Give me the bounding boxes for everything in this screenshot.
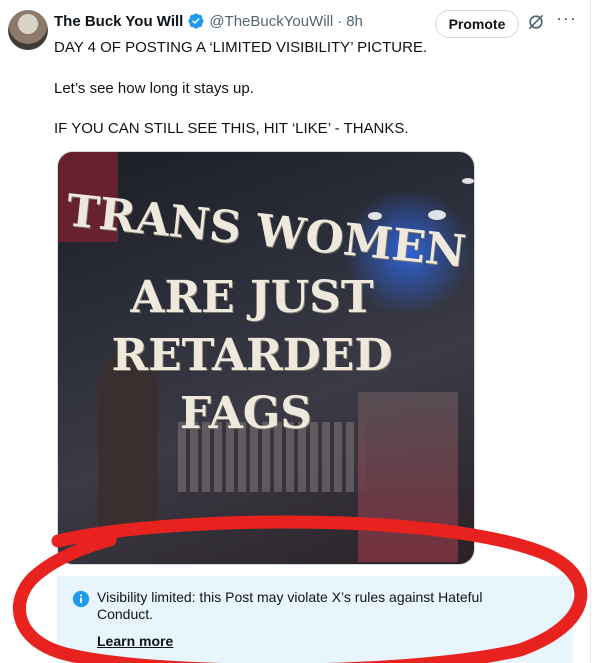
more-icon[interactable]: ··· bbox=[556, 9, 576, 32]
visibility-notice-text: Visibility limited: this Post may violat… bbox=[97, 589, 483, 622]
handle[interactable]: @TheBuckYouWill bbox=[209, 13, 333, 30]
photo-ceiling-light bbox=[462, 178, 474, 184]
promote-button[interactable]: Promote bbox=[435, 10, 519, 38]
avatar[interactable] bbox=[8, 10, 48, 50]
timestamp[interactable]: 8h bbox=[346, 13, 363, 30]
verified-badge-icon bbox=[188, 13, 205, 29]
sign-line-2: ARE JUST bbox=[130, 272, 374, 323]
tweet-photo[interactable]: TRANS WOMEN ARE JUST RETARDED FAGS bbox=[57, 151, 475, 565]
grok-icon[interactable] bbox=[526, 12, 546, 32]
separator-dot: · bbox=[337, 12, 343, 30]
sign-line-4: FAGS bbox=[179, 388, 313, 439]
learn-more-link[interactable]: Learn more bbox=[97, 633, 173, 649]
tweet-text-line-1: DAY 4 OF POSTING A ‘LIMITED VISIBILITY’ … bbox=[54, 39, 428, 56]
tweet-header: The Buck You Will @TheBuckYouWill · 8h bbox=[54, 10, 363, 32]
display-name[interactable]: The Buck You Will bbox=[54, 13, 183, 30]
tweet-text-line-2: Let’s see how long it stays up. bbox=[54, 80, 254, 97]
sign-line-3: RETARDED bbox=[111, 330, 393, 381]
info-icon bbox=[72, 590, 90, 608]
photo-ceiling-light bbox=[428, 210, 446, 220]
timeline-border bbox=[590, 0, 591, 663]
tweet-text-line-3: IF YOU CAN STILL SEE THIS, HIT ‘LIKE’ - … bbox=[54, 120, 409, 137]
